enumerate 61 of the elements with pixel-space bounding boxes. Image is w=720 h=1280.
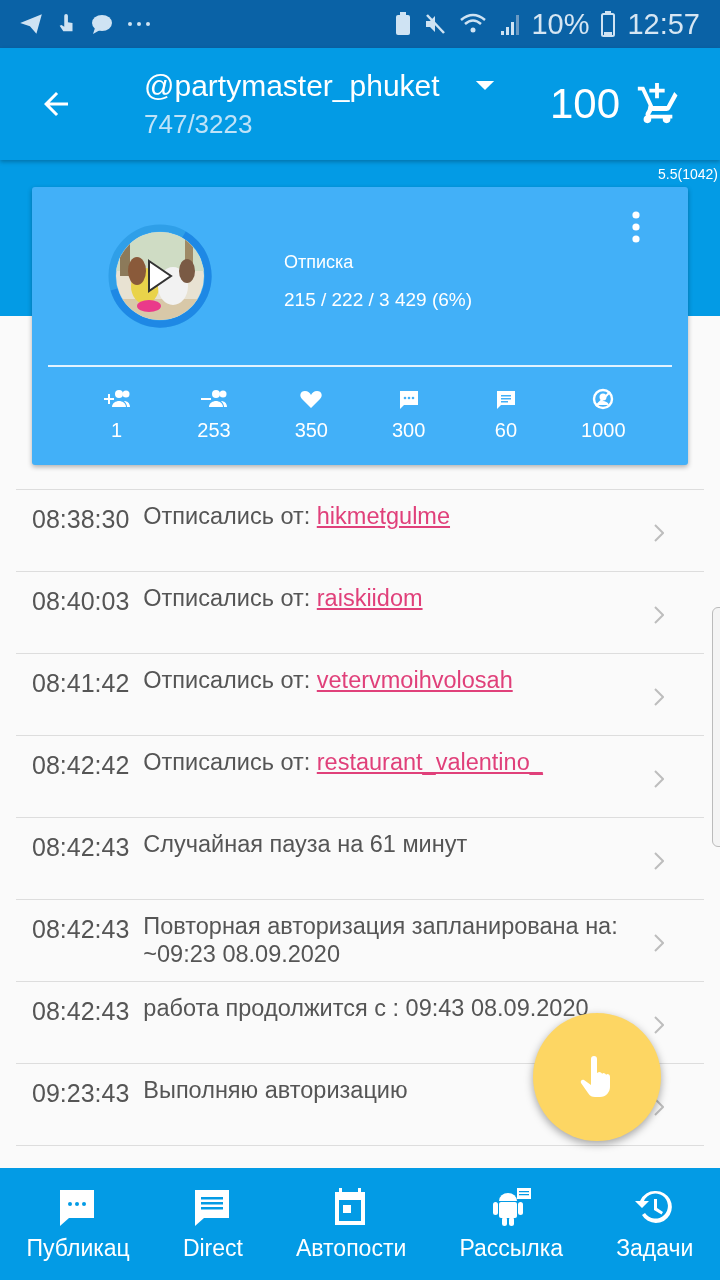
nav-tab[interactable]: Автопости (292, 1168, 411, 1280)
account-counter: 747/3223 (144, 108, 254, 140)
log-message: Отписались от: vetervmoihvolosah (143, 666, 514, 694)
mute-icon (423, 12, 448, 36)
username-link[interactable]: hikmetgulme (316, 503, 450, 529)
dropdown-icon[interactable] (473, 80, 496, 91)
log-time: 08:42:43 (32, 997, 130, 1026)
version-label: 5.5(1042) (658, 165, 718, 182)
log-entry[interactable]: 08:42:42 Отписались от: restaurant_valentino_ (16, 736, 704, 818)
log-message: работа продолжится с : 09:43 08.09.2020 (143, 994, 590, 1022)
chevron-right-icon (654, 1098, 664, 1116)
username-link[interactable]: vetervmoihvolosah (316, 667, 513, 693)
log-message: Случайная пауза на 61 минут (143, 830, 469, 858)
nav-tab[interactable]: Публикац (22, 1168, 134, 1280)
stat-value: 350 (294, 419, 328, 442)
log-time: 08:42:42 (32, 751, 130, 780)
clock: 12:57 (627, 7, 700, 41)
battery-icon (601, 11, 616, 37)
stat-value: 1 (111, 419, 123, 442)
log-entry[interactable]: 08:40:03 Отписались от: raiskiidom (16, 572, 704, 654)
username-link[interactable]: restaurant_valentino_ (316, 749, 543, 775)
chevron-right-icon (654, 524, 664, 542)
log-entry[interactable]: 08:41:42 Отписались от: vetervmoihvolosah (16, 654, 704, 736)
log-message: Отписались от: raiskiidom (143, 584, 424, 612)
battery-percentage: 10% (531, 7, 590, 41)
nav-tab[interactable]: Задачи (612, 1168, 698, 1280)
stat-value: 300 (391, 419, 426, 442)
log-entry[interactable]: 08:42:43 Случайная пауза на 61 минут (16, 818, 704, 900)
log-message: Отписались от: hikmetgulme (143, 502, 451, 530)
log-time: 08:42:43 (32, 915, 130, 944)
log-entry[interactable]: 08:42:43 Повторная авторизация запланирована на: ~09:23 08.09.2020 (16, 900, 704, 982)
log-time: 08:40:03 (32, 587, 130, 616)
stat-value: 60 (494, 419, 518, 442)
log-time: 08:38:30 (32, 505, 130, 534)
stat-value: 1000 (581, 419, 626, 442)
more-icon (126, 20, 152, 28)
balance-value: 100 (549, 80, 620, 128)
log-entry[interactable]: 08:38:30 Отписались от: hikmetgulme (16, 490, 704, 572)
log-time: 08:41:42 (32, 669, 130, 698)
account-name[interactable]: @partymaster_phuket (144, 68, 440, 103)
task-title: Отписка (284, 251, 355, 273)
log-message: Выполняю авторизацию (143, 1076, 409, 1104)
username-link[interactable]: raiskiidom (316, 585, 423, 611)
chevron-right-icon (654, 770, 664, 788)
signal-icon (499, 13, 520, 35)
chevron-right-icon (654, 852, 664, 870)
log-time: 09:23:43 (32, 1079, 130, 1108)
battery-saver-icon (395, 12, 412, 36)
chevron-right-icon (654, 1016, 664, 1034)
chevron-right-icon (654, 606, 664, 624)
chat-bubble-icon (90, 12, 114, 36)
log-message: Повторная авторизация запланирована на: ~09:23 08.09.2020 (143, 912, 619, 968)
more-vert-icon[interactable] (632, 211, 640, 243)
log-time: 08:42:43 (32, 833, 130, 862)
chevron-right-icon (654, 934, 664, 952)
chevron-right-icon (654, 688, 664, 706)
nav-tab[interactable]: Рассылка (455, 1168, 568, 1280)
android-chat-icon (490, 1186, 533, 1227)
nav-tab[interactable]: Direct (178, 1168, 247, 1280)
stat-value: 253 (197, 419, 231, 442)
log-message: Отписались от: restaurant_valentino_ (143, 748, 544, 776)
